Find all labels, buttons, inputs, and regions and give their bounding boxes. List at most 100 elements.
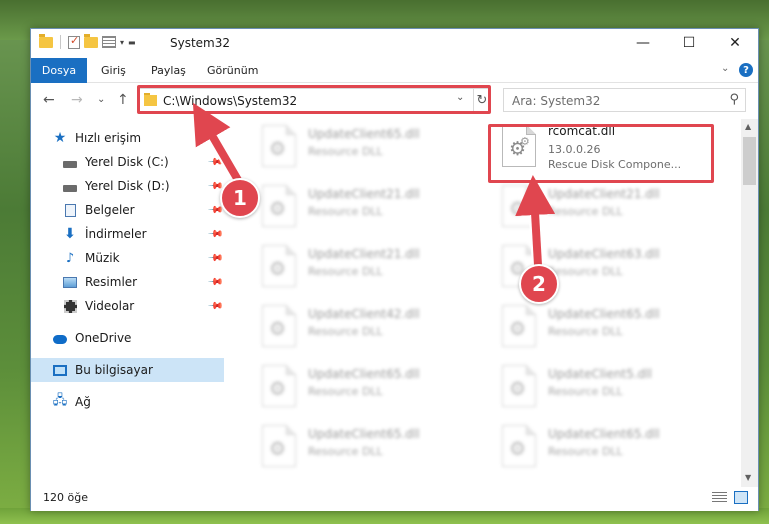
quick-access-toolbar: ▾ ▬ bbox=[39, 33, 136, 49]
sidebar-item-label: Ağ bbox=[75, 395, 91, 409]
view-icon[interactable] bbox=[102, 36, 116, 48]
sidebar-item-music[interactable]: ♪ Müzik 📌 bbox=[31, 246, 224, 270]
list-item[interactable]: ⚙ UpdateClient65.dll Resource DLL bbox=[486, 419, 716, 477]
gear-icon: ⚙ bbox=[509, 378, 527, 400]
file-type: Resource DLL bbox=[308, 445, 383, 458]
sidebar-item-label: OneDrive bbox=[75, 331, 132, 345]
gear-icon: ⚙ bbox=[269, 378, 287, 400]
details-view-icon[interactable] bbox=[712, 492, 727, 504]
tab-share[interactable]: Paylaş bbox=[151, 64, 186, 77]
chevron-down-icon[interactable]: ▾ bbox=[120, 38, 124, 47]
item-count: 120 öğe bbox=[43, 491, 88, 504]
file-type: Resource DLL bbox=[308, 265, 383, 278]
scrollbar-thumb[interactable] bbox=[743, 137, 756, 185]
file-name: UpdateClient65.dll bbox=[308, 367, 420, 381]
file-name: UpdateClient65.dll bbox=[548, 427, 660, 441]
gear-icon: ⚙ bbox=[269, 198, 287, 220]
gear-icon: ⚙ bbox=[269, 258, 287, 280]
tab-file[interactable]: Dosya bbox=[31, 58, 87, 83]
file-type: Resource DLL bbox=[548, 385, 623, 398]
file-type: Resource DLL bbox=[548, 325, 623, 338]
sidebar-item-label: Belgeler bbox=[85, 203, 135, 217]
star-icon: ★ bbox=[53, 130, 67, 146]
download-icon: ⬇ bbox=[64, 226, 76, 242]
dll-file-icon: ⚙ bbox=[262, 125, 296, 167]
file-type: Resource DLL bbox=[308, 385, 383, 398]
search-icon[interactable]: ⚲ bbox=[729, 92, 739, 107]
dll-file-icon: ⚙ bbox=[502, 305, 536, 347]
minimize-button[interactable]: — bbox=[620, 29, 666, 57]
back-arrow-icon[interactable]: ← bbox=[43, 92, 55, 108]
sidebar-item-label: Müzik bbox=[85, 251, 120, 265]
file-type: Resource DLL bbox=[548, 205, 623, 218]
network-icon: 🖧 bbox=[52, 393, 68, 408]
sidebar-item-pictures[interactable]: Resimler 📌 bbox=[31, 270, 224, 294]
sidebar-item-quick-access[interactable]: ★ Hızlı erişim bbox=[31, 126, 224, 150]
pin-icon[interactable]: 📌 bbox=[207, 250, 224, 267]
sidebar-item-local-disk-c[interactable]: Yerel Disk (C:) 📌 bbox=[31, 150, 224, 174]
file-name: UpdateClient42.dll bbox=[308, 307, 420, 321]
list-item[interactable]: ⚙ UpdateClient65.dll Resource DLL bbox=[486, 299, 716, 357]
pin-icon[interactable]: 📌 bbox=[207, 274, 224, 291]
help-icon[interactable]: ? bbox=[739, 63, 753, 77]
sidebar-item-onedrive[interactable]: OneDrive bbox=[31, 326, 224, 350]
file-name: UpdateClient21.dll bbox=[308, 247, 420, 261]
list-item[interactable]: ⚙ UpdateClient21.dll Resource DLL bbox=[246, 179, 476, 237]
navigation-pane: ★ Hızlı erişim Yerel Disk (C:) 📌 Yerel D… bbox=[31, 119, 224, 489]
large-icons-view-icon[interactable] bbox=[734, 491, 748, 504]
up-arrow-icon[interactable]: ↑ bbox=[117, 92, 129, 108]
computer-icon bbox=[53, 364, 67, 377]
search-placeholder: Ara: System32 bbox=[512, 94, 601, 108]
vertical-scrollbar[interactable]: ▲ ▼ bbox=[741, 119, 758, 487]
gear-icon: ⚙ bbox=[269, 318, 287, 340]
file-type: Resource DLL bbox=[548, 265, 623, 278]
list-item[interactable]: ⚙ UpdateClient21.dll Resource DLL bbox=[486, 179, 716, 237]
pin-icon[interactable]: 📌 bbox=[207, 226, 224, 243]
list-item[interactable]: ⚙ UpdateClient5.dll Resource DLL bbox=[486, 359, 716, 417]
dll-file-icon: ⚙ bbox=[262, 185, 296, 227]
file-type: Resource DLL bbox=[308, 205, 383, 218]
search-input[interactable]: Ara: System32 ⚲ bbox=[503, 88, 746, 112]
sidebar-item-documents[interactable]: Belgeler 📌 bbox=[31, 198, 224, 222]
list-item[interactable]: ⚙ UpdateClient65.dll Resource DLL bbox=[246, 419, 476, 477]
pin-icon[interactable]: 📌 bbox=[207, 154, 224, 171]
sidebar-item-network[interactable]: 🖧 Ağ bbox=[31, 390, 224, 414]
recent-locations-icon[interactable]: ⌄ bbox=[97, 94, 105, 105]
file-name: UpdateClient21.dll bbox=[308, 187, 420, 201]
ribbon-tabs: Dosya Giriş Paylaş Görünüm ⌄ ? bbox=[31, 58, 758, 83]
callout-badge-2: 2 bbox=[519, 264, 559, 304]
sidebar-item-label: Yerel Disk (C:) bbox=[85, 155, 169, 169]
new-folder-icon[interactable] bbox=[84, 33, 98, 48]
sidebar-item-label: İndirmeler bbox=[85, 227, 147, 241]
forward-arrow-icon[interactable]: → bbox=[71, 92, 83, 108]
file-name: UpdateClient5.dll bbox=[548, 367, 652, 381]
scroll-down-icon[interactable]: ▼ bbox=[745, 473, 751, 482]
sidebar-item-downloads[interactable]: ⬇ İndirmeler 📌 bbox=[31, 222, 224, 246]
properties-icon[interactable] bbox=[68, 34, 80, 49]
sidebar-item-local-disk-d[interactable]: Yerel Disk (D:) 📌 bbox=[31, 174, 224, 198]
scroll-up-icon[interactable]: ▲ bbox=[745, 122, 751, 131]
maximize-button[interactable]: ☐ bbox=[666, 29, 712, 57]
file-name: UpdateClient21.dll bbox=[548, 187, 660, 201]
sidebar-item-this-pc[interactable]: Bu bilgisayar bbox=[31, 358, 224, 382]
list-item[interactable]: ⚙ UpdateClient21.dll Resource DLL bbox=[246, 239, 476, 297]
file-type: Resource DLL bbox=[548, 445, 623, 458]
documents-icon bbox=[63, 203, 77, 217]
sidebar-item-videos[interactable]: Videolar 📌 bbox=[31, 294, 224, 318]
list-item[interactable]: ⚙ UpdateClient65.dll Resource DLL bbox=[246, 359, 476, 417]
folder-icon bbox=[39, 33, 53, 48]
pin-icon[interactable]: 📌 bbox=[207, 298, 224, 315]
tab-home[interactable]: Giriş bbox=[101, 64, 126, 77]
callout-badge-1: 1 bbox=[220, 178, 260, 218]
customize-toolbar-icon[interactable]: ▬ bbox=[128, 38, 136, 47]
expand-ribbon-icon[interactable]: ⌄ bbox=[721, 63, 729, 74]
list-item[interactable]: ⚙ UpdateClient65.dll Resource DLL bbox=[246, 119, 476, 177]
dll-file-icon: ⚙ bbox=[502, 185, 536, 227]
tab-view[interactable]: Görünüm bbox=[207, 64, 258, 77]
dll-file-icon: ⚙ bbox=[502, 425, 536, 467]
close-button[interactable]: ✕ bbox=[712, 29, 758, 57]
address-highlight-box bbox=[137, 85, 491, 114]
music-icon: ♪ bbox=[65, 250, 75, 266]
drive-icon bbox=[63, 156, 77, 169]
list-item[interactable]: ⚙ UpdateClient42.dll Resource DLL bbox=[246, 299, 476, 357]
